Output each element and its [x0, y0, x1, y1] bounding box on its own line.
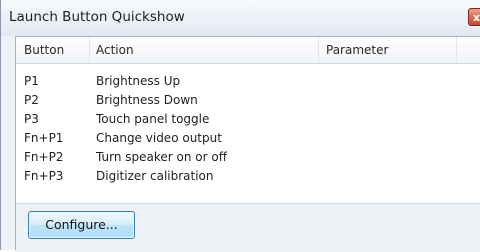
button-cell: P3	[24, 112, 39, 126]
action-cell: Turn speaker on or off	[96, 150, 227, 164]
column-separator[interactable]	[318, 37, 319, 63]
button-cell: Fn+P3	[24, 169, 64, 183]
column-header-parameter[interactable]: Parameter	[326, 43, 388, 57]
list-item[interactable]: Fn+P1 Change video output	[16, 130, 480, 148]
action-cell: Brightness Up	[96, 74, 181, 88]
action-cell: Change video output	[96, 131, 222, 145]
configure-button[interactable]: Configure...	[28, 211, 135, 239]
list-item[interactable]: P2 Brightness Down	[16, 92, 480, 110]
close-button[interactable]: x	[468, 8, 480, 26]
button-cell: P1	[24, 74, 39, 88]
title-bar[interactable]: Launch Button Quickshow x	[1, 0, 480, 36]
button-list-panel: Button Action Parameter P1 Brightness Up…	[15, 36, 480, 252]
column-header-button[interactable]: Button	[24, 43, 64, 57]
button-cell: Fn+P2	[24, 150, 64, 164]
action-cell: Digitizer calibration	[96, 169, 214, 183]
action-cell: Brightness Down	[96, 93, 198, 107]
dialog-footer: Configure...	[16, 203, 480, 252]
list-item[interactable]: P1 Brightness Up	[16, 73, 480, 91]
list-item[interactable]: Fn+P2 Turn speaker on or off	[16, 149, 480, 167]
action-cell: Touch panel toggle	[96, 112, 210, 126]
column-separator[interactable]	[456, 37, 457, 63]
window-title: Launch Button Quickshow	[9, 9, 185, 25]
button-cell: P2	[24, 93, 39, 107]
list-item[interactable]: Fn+P3 Digitizer calibration	[16, 168, 480, 186]
column-separator[interactable]	[89, 37, 90, 63]
list-header: Button Action Parameter	[16, 37, 480, 64]
launch-button-quickshow-window: Launch Button Quickshow x Button Action …	[0, 0, 480, 252]
button-cell: Fn+P1	[24, 131, 64, 145]
list-item[interactable]: P3 Touch panel toggle	[16, 111, 480, 129]
close-icon: x	[473, 11, 480, 24]
column-header-action[interactable]: Action	[96, 43, 134, 57]
